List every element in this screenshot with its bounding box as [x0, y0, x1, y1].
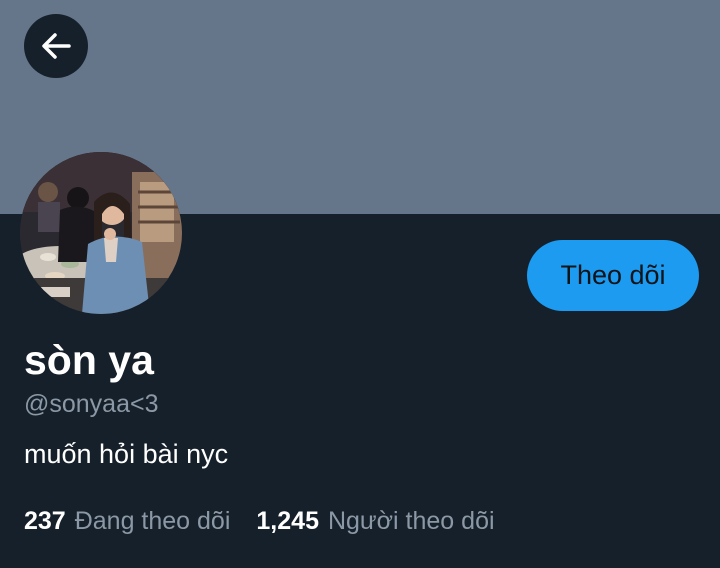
profile-stats: 237 Đang theo dõi 1,245 Người theo dõi [24, 503, 495, 539]
handle: @sonyaa<3 [24, 390, 159, 418]
arrow-left-icon [42, 33, 71, 59]
back-button[interactable] [24, 14, 88, 78]
display-name: sòn ya [24, 337, 154, 383]
followers-label: Người theo dõi [327, 507, 495, 535]
following-label: Đang theo dõi [74, 507, 231, 535]
follow-button[interactable]: Theo dõi [527, 240, 699, 311]
following-count: 237 [24, 507, 66, 535]
avatar[interactable] [20, 152, 182, 314]
followers-count: 1,245 [256, 507, 319, 535]
followers-link[interactable]: 1,245 Người theo dõi [256, 503, 494, 539]
following-link[interactable]: 237 Đang theo dõi [24, 503, 230, 539]
avatar-photo [20, 152, 182, 314]
bio: muốn hỏi bài nyc [24, 439, 229, 469]
